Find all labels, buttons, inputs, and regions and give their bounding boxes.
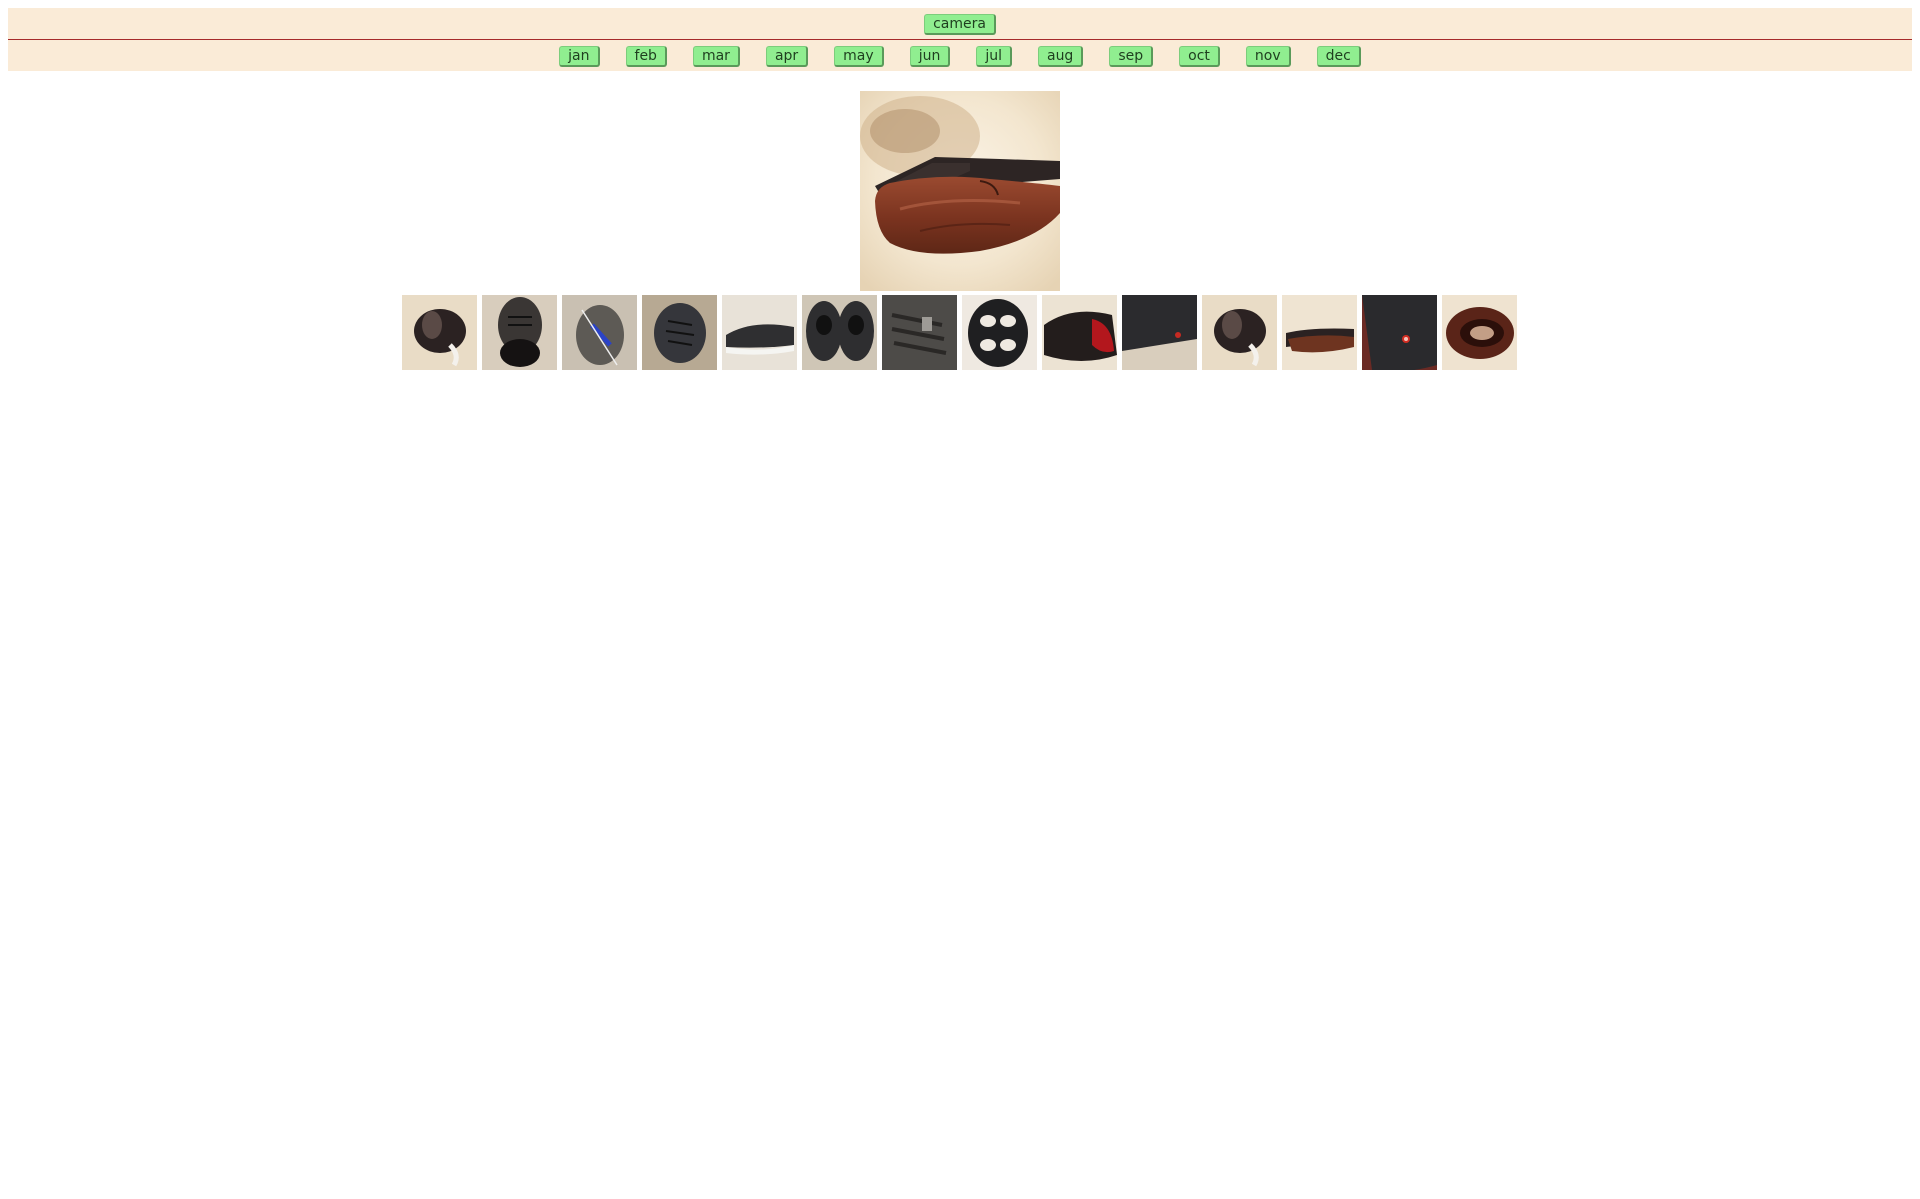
thumbnail-image [882, 295, 957, 370]
month-button-oct[interactable]: oct [1179, 46, 1220, 67]
thumbnail-image [402, 295, 477, 370]
month-button-dec[interactable]: dec [1316, 46, 1361, 67]
thumbnail-image [802, 295, 877, 370]
month-button-feb[interactable]: feb [625, 46, 667, 67]
photo-thumbnail[interactable] [722, 295, 797, 370]
photo-thumbnail[interactable] [1362, 295, 1437, 370]
photo-thumbnail[interactable] [1282, 295, 1357, 370]
month-button-jan[interactable]: jan [559, 46, 600, 67]
month-nav-bar: jan feb mar apr may jun jul aug sep oct nov dec [8, 40, 1912, 71]
main-photo [860, 91, 1060, 291]
thumbnail-image [1362, 295, 1437, 370]
thumbnail-image [1122, 295, 1197, 370]
photo-thumbnail[interactable] [1202, 295, 1277, 370]
thumbnail-image [482, 295, 557, 370]
month-button-jun[interactable]: jun [909, 46, 951, 67]
thumbnail-image [642, 295, 717, 370]
photo-thumbnail[interactable] [1042, 295, 1117, 370]
thumbnail-image [562, 295, 637, 370]
month-button-nov[interactable]: nov [1245, 46, 1291, 67]
month-button-apr[interactable]: apr [765, 46, 809, 67]
photo-thumbnail[interactable] [1442, 295, 1517, 370]
main-photo-image [860, 91, 1060, 291]
thumbnail-image [962, 295, 1037, 370]
photo-thumbnail[interactable] [642, 295, 717, 370]
month-button-sep[interactable]: sep [1109, 46, 1154, 67]
thumbnail-image [1442, 295, 1517, 370]
month-button-mar[interactable]: mar [692, 46, 740, 67]
thumbnail-image [722, 295, 797, 370]
photo-thumbnail[interactable] [562, 295, 637, 370]
thumbnail-strip [402, 295, 1518, 370]
month-button-jul[interactable]: jul [976, 46, 1012, 67]
photo-thumbnail[interactable] [882, 295, 957, 370]
photo-thumbnail[interactable] [802, 295, 877, 370]
camera-nav-bar: camera [8, 8, 1912, 40]
thumbnail-image [1282, 295, 1357, 370]
thumbnail-image [1042, 295, 1117, 370]
photo-thumbnail[interactable] [962, 295, 1037, 370]
thumbnail-image [1202, 295, 1277, 370]
photo-thumbnail[interactable] [482, 295, 557, 370]
photo-thumbnail[interactable] [1122, 295, 1197, 370]
month-button-aug[interactable]: aug [1037, 46, 1084, 67]
month-button-may[interactable]: may [834, 46, 884, 67]
camera-button[interactable]: camera [924, 14, 996, 35]
photo-thumbnail[interactable] [402, 295, 477, 370]
